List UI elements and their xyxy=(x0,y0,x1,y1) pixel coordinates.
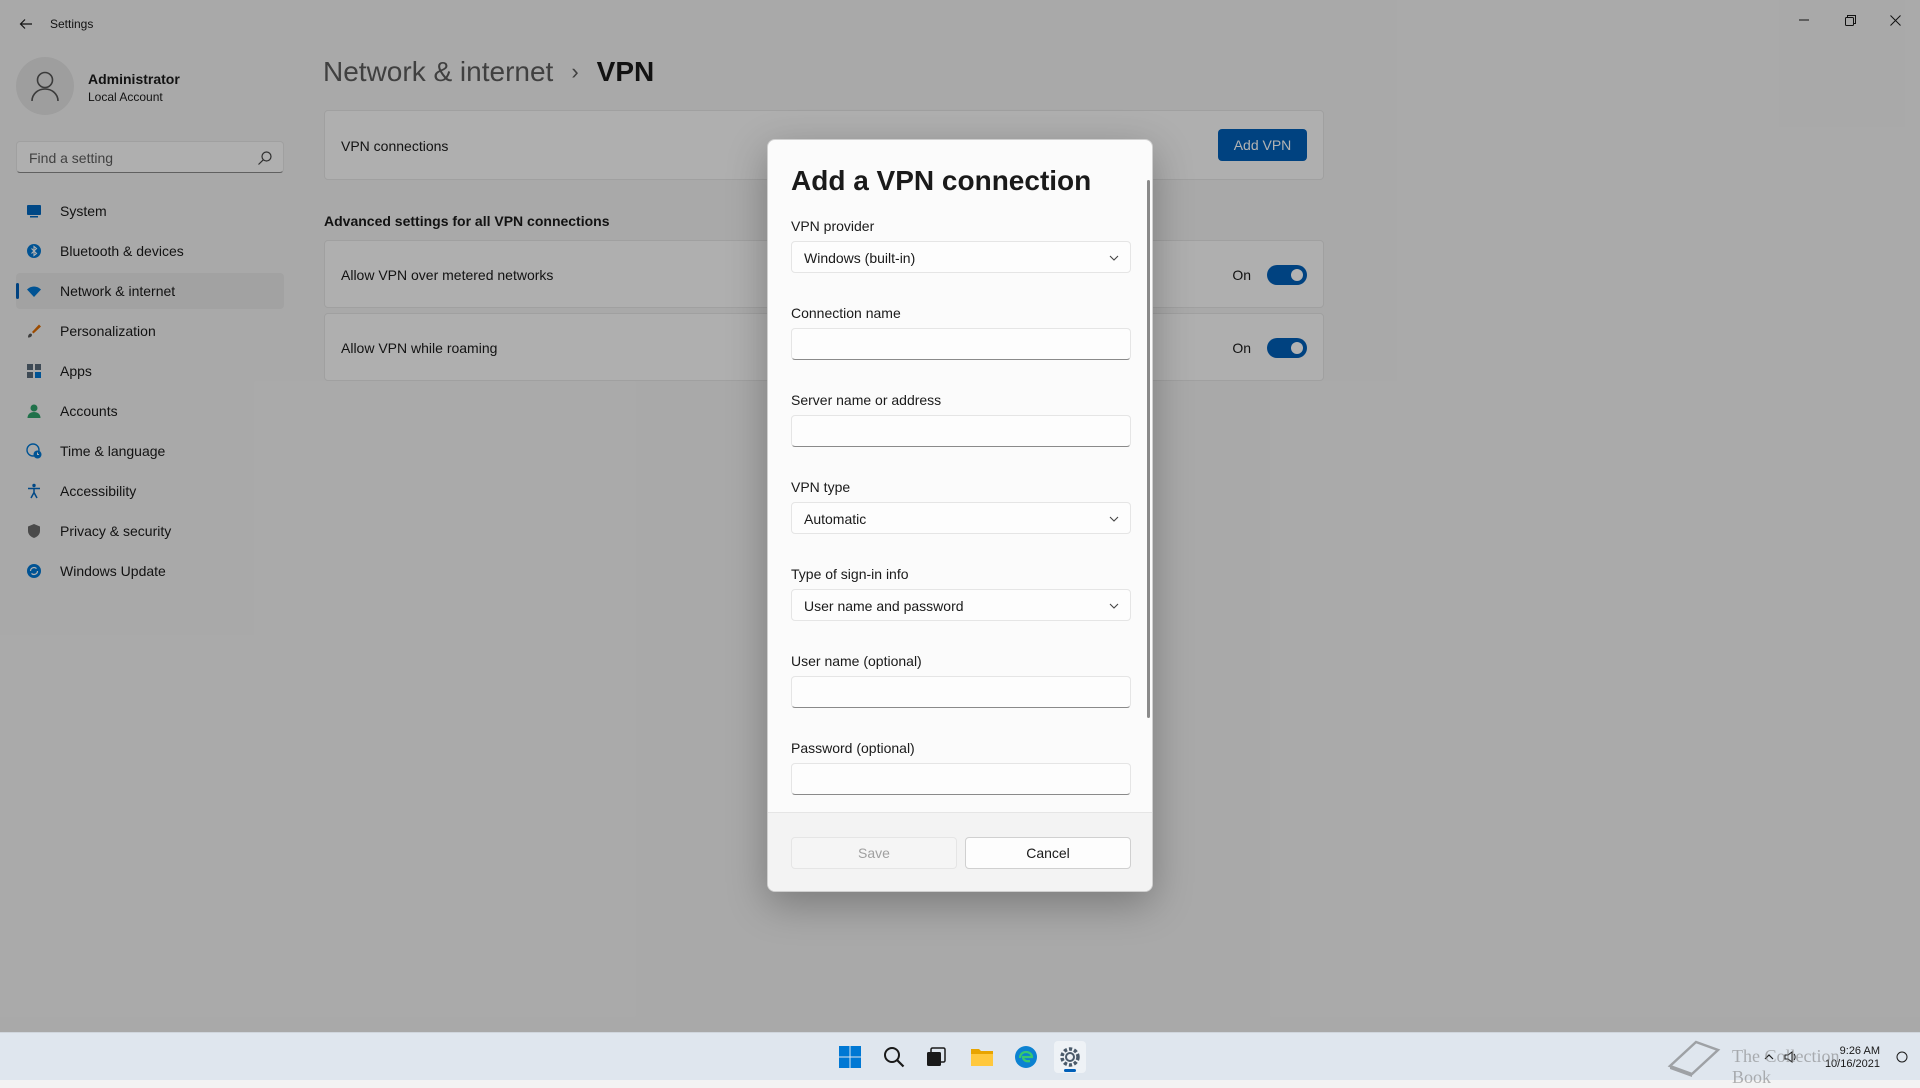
task-view-button[interactable] xyxy=(920,1041,952,1073)
notification-icon[interactable] xyxy=(1896,1051,1908,1063)
vpn-type-value: Automatic xyxy=(804,511,867,527)
server-address-input[interactable] xyxy=(792,416,1130,446)
save-button[interactable]: Save xyxy=(791,837,957,869)
connection-name-label: Connection name xyxy=(791,305,901,321)
settings-app-button[interactable] xyxy=(1054,1041,1086,1073)
dialog-footer: Save Cancel xyxy=(768,812,1152,891)
connection-name-input[interactable] xyxy=(792,329,1130,359)
book-icon xyxy=(1667,1040,1721,1077)
dialog-body: Add a VPN connection VPN provider Window… xyxy=(768,140,1152,812)
username-label: User name (optional) xyxy=(791,653,922,669)
signin-type-value: User name and password xyxy=(804,598,964,614)
server-address-field[interactable] xyxy=(791,415,1131,447)
chevron-down-icon xyxy=(1109,603,1119,609)
start-button[interactable] xyxy=(834,1041,866,1073)
watermark: The Collection Book xyxy=(1666,1036,1856,1087)
signin-type-dropdown[interactable]: User name and password xyxy=(791,589,1131,621)
password-input[interactable] xyxy=(792,764,1130,794)
settings-icon xyxy=(1060,1047,1080,1067)
add-vpn-dialog: Add a VPN connection VPN provider Window… xyxy=(767,139,1153,892)
taskbar: 9:26 AM 10/16/2021 xyxy=(0,1032,1920,1080)
vpn-type-dropdown[interactable]: Automatic xyxy=(791,502,1131,534)
password-label: Password (optional) xyxy=(791,740,915,756)
search-icon xyxy=(884,1047,905,1068)
vpn-type-label: VPN type xyxy=(791,479,851,495)
cancel-button[interactable]: Cancel xyxy=(965,837,1131,869)
task-view-icon xyxy=(927,1047,946,1066)
edge-icon xyxy=(1015,1046,1037,1068)
start-icon xyxy=(839,1046,861,1068)
chevron-down-icon xyxy=(1109,255,1119,261)
server-label: Server name or address xyxy=(791,392,942,408)
chevron-down-icon xyxy=(1109,516,1119,522)
username-input[interactable] xyxy=(792,677,1130,707)
file-explorer-icon xyxy=(971,1049,993,1066)
password-field[interactable] xyxy=(791,763,1131,795)
signin-type-label: Type of sign-in info xyxy=(791,566,909,582)
file-explorer-button[interactable] xyxy=(966,1041,998,1073)
watermark-text: The Collection Book xyxy=(1732,1046,1840,1087)
username-field[interactable] xyxy=(791,676,1131,708)
dialog-scrollbar[interactable] xyxy=(1147,180,1150,718)
edge-button[interactable] xyxy=(1010,1041,1042,1073)
vpn-provider-dropdown[interactable]: Windows (built-in) xyxy=(791,241,1131,273)
connection-name-field[interactable] xyxy=(791,328,1131,360)
vpn-provider-label: VPN provider xyxy=(791,218,875,234)
vpn-provider-value: Windows (built-in) xyxy=(804,250,916,266)
taskbar-search-button[interactable] xyxy=(878,1041,910,1073)
dialog-title: Add a VPN connection xyxy=(791,165,1092,196)
